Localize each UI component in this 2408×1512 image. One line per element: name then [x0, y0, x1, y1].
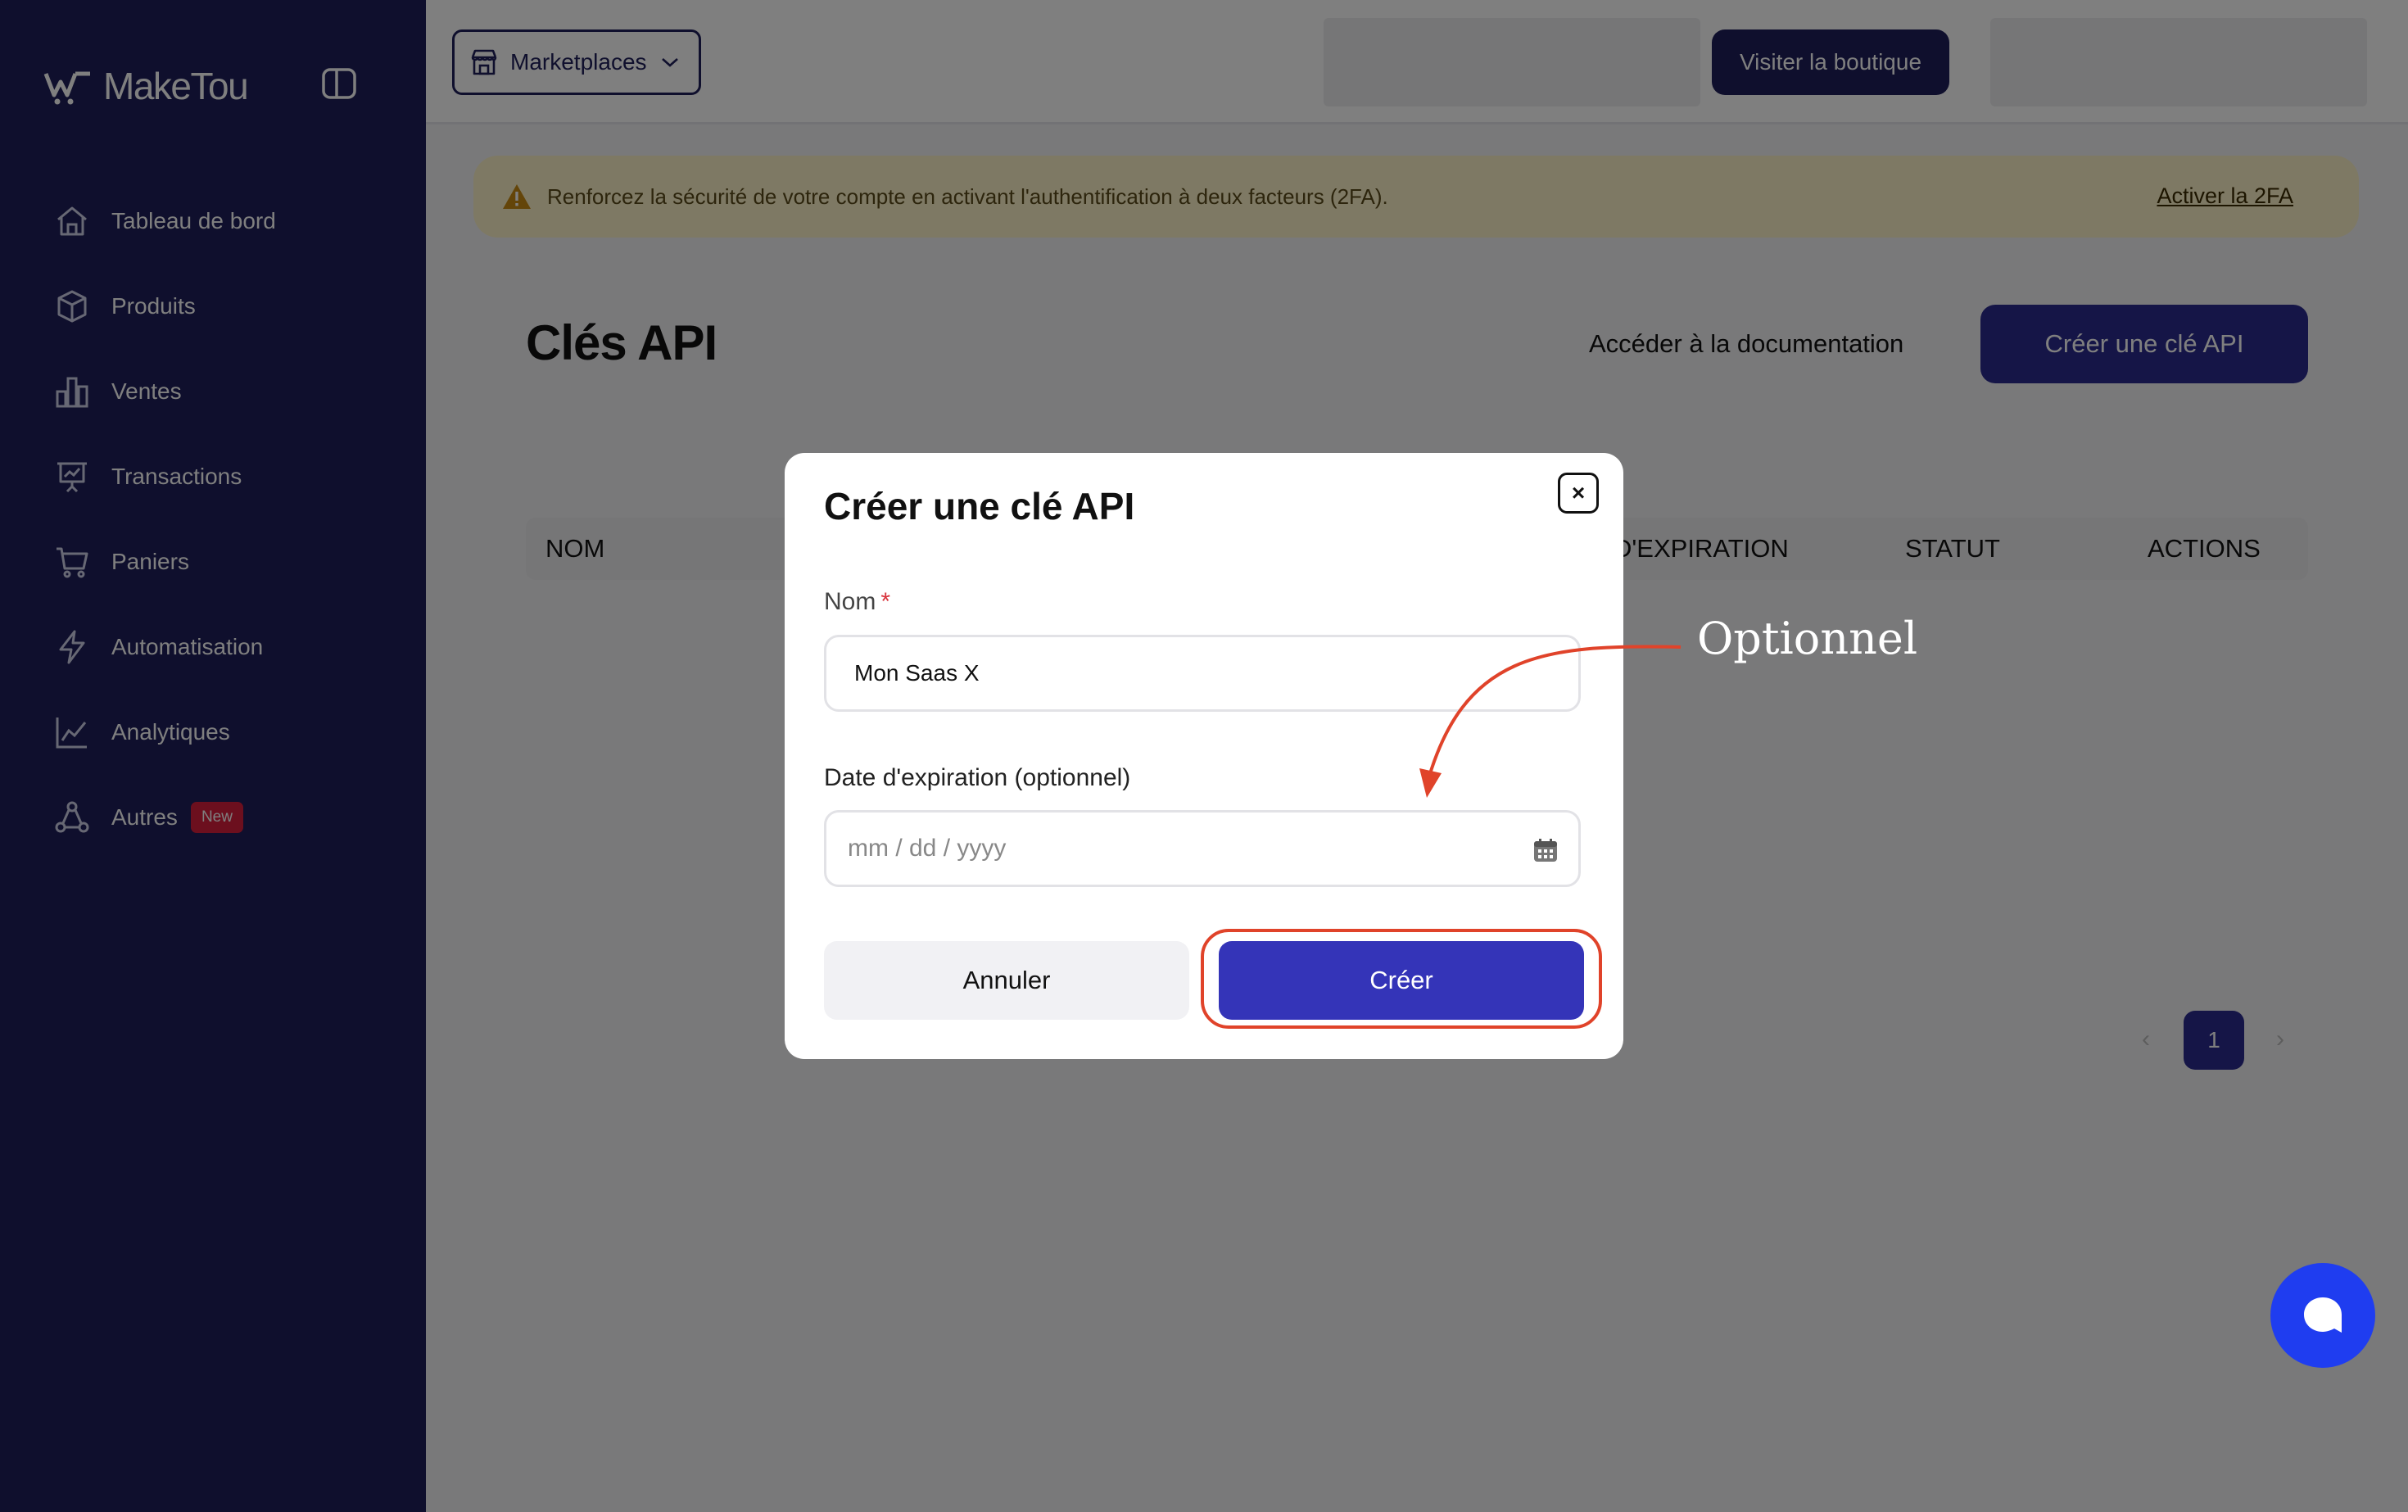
chat-button[interactable]: [2270, 1263, 2375, 1368]
annotation-label: Optionnel: [1697, 613, 1918, 664]
annotation-arrow-icon: [1419, 645, 1682, 798]
chat-icon: [2304, 1297, 2342, 1333]
